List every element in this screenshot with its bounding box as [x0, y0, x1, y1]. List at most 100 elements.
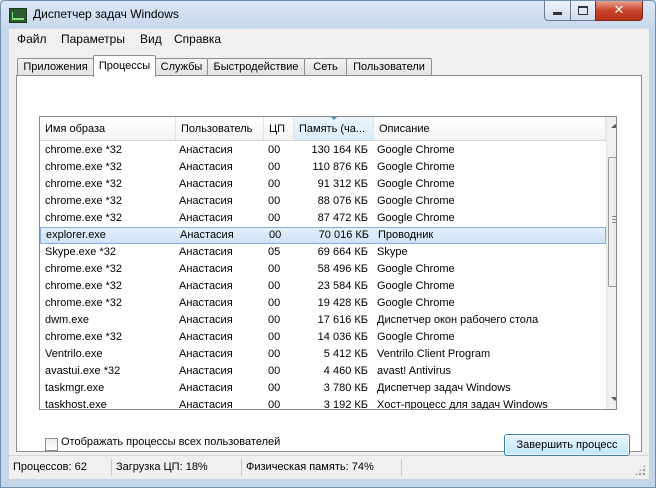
- resize-grip[interactable]: [634, 464, 646, 476]
- table-row[interactable]: chrome.exe *32 Анастасия 00 130 164 КБ Googl…: [40, 142, 606, 159]
- cell-cpu: 00: [268, 161, 281, 173]
- menu-options[interactable]: Параметры: [61, 32, 125, 46]
- process-list[interactable]: Имя образа Пользователь ЦП Память (ча...…: [39, 116, 617, 410]
- cell-mem: 3 780 КБ: [323, 382, 368, 394]
- table-row[interactable]: chrome.exe *32 Анастасия 00 91 312 КБ Google…: [40, 176, 606, 193]
- cell-user: Анастасия: [179, 331, 233, 343]
- cell-cpu: 00: [268, 314, 281, 326]
- cell-cpu: 00: [268, 280, 281, 292]
- tab-performance[interactable]: Быстродействие: [207, 58, 305, 76]
- cell-desc: Google Chrome: [377, 331, 455, 343]
- table-row[interactable]: chrome.exe *32 Анастасия 00 14 036 КБ Google…: [40, 329, 606, 346]
- task-manager-icon: [9, 8, 27, 23]
- show-all-users-checkbox[interactable]: [45, 438, 58, 451]
- cell-name: taskmgr.exe: [45, 382, 105, 394]
- minimize-button[interactable]: [544, 1, 571, 21]
- tab-applications[interactable]: Приложения: [17, 58, 94, 76]
- scroll-up-arrow-icon[interactable]: [611, 124, 616, 128]
- table-row[interactable]: chrome.exe *32 Анастасия 00 110 876 КБ Googl…: [40, 159, 606, 176]
- end-process-button[interactable]: Завершить процесс: [504, 434, 630, 456]
- cell-name: chrome.exe *32: [45, 161, 123, 173]
- table-row[interactable]: Skype.exe *32 Анастасия 05 69 664 КБ Skype: [40, 244, 606, 261]
- status-process-count: Процессов: 62: [9, 459, 112, 476]
- cell-user: Анастасия: [179, 178, 233, 190]
- table-row[interactable]: dwm.exe Анастасия 00 17 616 КБ Диспетчер око…: [40, 312, 606, 329]
- cell-user: Анастасия: [179, 161, 233, 173]
- table-row[interactable]: taskhost.exe Анастасия 00 3 192 КБ Хост-проц…: [40, 397, 606, 410]
- cell-cpu: 00: [268, 365, 281, 377]
- cell-user: Анастасия: [179, 382, 233, 394]
- cell-user: Анастасия: [179, 348, 233, 360]
- column-memory-label: Память (ча...: [299, 123, 366, 135]
- cell-cpu: 00: [268, 297, 281, 309]
- cell-desc: Skype: [377, 246, 408, 258]
- cell-desc: Google Chrome: [377, 161, 455, 173]
- cell-name: explorer.exe: [46, 229, 106, 241]
- table-row[interactable]: explorer.exe Анастасия 00 70 016 КБ Проводни…: [40, 227, 606, 244]
- cell-name: chrome.exe *32: [45, 280, 123, 292]
- column-cpu[interactable]: ЦП: [264, 117, 294, 141]
- cell-cpu: 00: [268, 263, 281, 275]
- cell-name: chrome.exe *32: [45, 331, 123, 343]
- table-row[interactable]: chrome.exe *32 Анастасия 00 19 428 КБ Google…: [40, 295, 606, 312]
- cell-desc: Хост-процесс для задач Windows: [377, 399, 548, 410]
- column-memory[interactable]: Память (ча...: [294, 117, 374, 141]
- cell-desc: Google Chrome: [377, 144, 455, 156]
- cell-desc: Google Chrome: [377, 280, 455, 292]
- cell-mem: 58 496 КБ: [317, 263, 368, 275]
- cell-user: Анастасия: [179, 263, 233, 275]
- cell-user: Анастасия: [179, 144, 233, 156]
- tab-services[interactable]: Службы: [155, 58, 208, 76]
- minimize-icon: [553, 12, 562, 15]
- table-row[interactable]: chrome.exe *32 Анастасия 00 88 076 КБ Google…: [40, 193, 606, 210]
- table-row[interactable]: Ventrilo.exe Анастасия 00 5 412 КБ Ventrilo …: [40, 346, 606, 363]
- cell-user: Анастасия: [180, 229, 234, 241]
- cell-mem: 91 312 КБ: [317, 178, 368, 190]
- column-image-name[interactable]: Имя образа: [40, 117, 176, 141]
- client-area: Приложения Процессы Службы Быстродействи…: [9, 49, 649, 456]
- cell-user: Анастасия: [179, 280, 233, 292]
- cell-name: avastui.exe *32: [45, 365, 121, 377]
- cell-mem: 70 016 КБ: [318, 229, 369, 241]
- cell-cpu: 00: [268, 382, 281, 394]
- cell-cpu: 00: [268, 348, 281, 360]
- title-bar[interactable]: Диспетчер задач Windows ✕: [1, 1, 655, 29]
- table-row[interactable]: avastui.exe *32 Анастасия 00 4 460 КБ avast!…: [40, 363, 606, 380]
- cell-mem: 3 192 КБ: [323, 399, 368, 410]
- menu-help[interactable]: Справка: [174, 32, 221, 46]
- tab-network[interactable]: Сеть: [304, 58, 347, 76]
- cell-user: Анастасия: [179, 314, 233, 326]
- status-bar: Процессов: 62 Загрузка ЦП: 18% Физическа…: [9, 455, 649, 479]
- menu-view[interactable]: Вид: [140, 32, 162, 46]
- menu-file[interactable]: Файл: [17, 32, 47, 46]
- scroll-thumb[interactable]: [608, 157, 616, 287]
- scroll-down-arrow-icon[interactable]: [611, 397, 616, 401]
- vertical-scrollbar[interactable]: [606, 117, 616, 409]
- table-row[interactable]: chrome.exe *32 Анастасия 00 87 472 КБ Google…: [40, 210, 606, 227]
- tab-processes[interactable]: Процессы: [93, 55, 156, 77]
- cell-cpu: 00: [268, 399, 281, 410]
- cell-user: Анастасия: [179, 365, 233, 377]
- cell-desc: Google Chrome: [377, 263, 455, 275]
- column-user[interactable]: Пользователь: [176, 117, 264, 141]
- maximize-icon: [578, 6, 588, 15]
- processes-tab-panel: Имя образа Пользователь ЦП Память (ча...…: [16, 75, 642, 456]
- tab-users[interactable]: Пользователи: [346, 58, 432, 76]
- cell-desc: Google Chrome: [377, 178, 455, 190]
- show-all-users-label[interactable]: Отображать процессы всех пользователей: [61, 436, 280, 448]
- cell-desc: avast! Antivirus: [377, 365, 451, 377]
- cell-user: Анастасия: [179, 212, 233, 224]
- close-button[interactable]: ✕: [595, 1, 643, 21]
- cell-mem: 17 616 КБ: [317, 314, 368, 326]
- maximize-button[interactable]: [570, 1, 596, 21]
- column-description[interactable]: Описание: [374, 117, 606, 141]
- cell-mem: 23 584 КБ: [317, 280, 368, 292]
- cell-mem: 110 876 КБ: [312, 161, 368, 173]
- table-row[interactable]: chrome.exe *32 Анастасия 00 58 496 КБ Google…: [40, 261, 606, 278]
- cell-desc: Диспетчер задач Windows: [377, 382, 511, 394]
- cell-cpu: 00: [268, 144, 281, 156]
- table-row[interactable]: taskmgr.exe Анастасия 00 3 780 КБ Диспетчер …: [40, 380, 606, 397]
- cell-cpu: 05: [268, 246, 281, 258]
- cell-cpu: 00: [268, 212, 281, 224]
- table-row[interactable]: chrome.exe *32 Анастасия 00 23 584 КБ Google…: [40, 278, 606, 295]
